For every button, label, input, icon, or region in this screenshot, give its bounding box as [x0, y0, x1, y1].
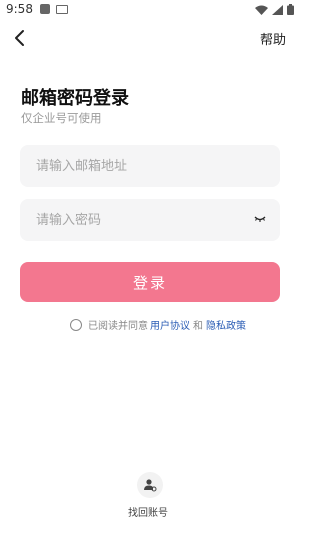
user-recover-icon — [137, 472, 163, 498]
privacy-policy-link[interactable]: 隐私政策 — [206, 317, 246, 332]
back-button[interactable] — [10, 28, 30, 48]
status-bar: 9:58 — [0, 0, 300, 20]
battery-icon — [287, 4, 294, 15]
email-field-container — [20, 145, 280, 187]
agreement-radio[interactable] — [70, 318, 82, 331]
wifi-icon — [255, 5, 268, 15]
notification-app-icon — [40, 4, 50, 14]
notification-keyboard-icon — [56, 5, 68, 14]
password-field-container — [20, 199, 280, 241]
password-input[interactable] — [20, 199, 236, 241]
agreement-and: 和 — [193, 321, 203, 332]
login-button[interactable]: 登录 — [20, 262, 280, 302]
signal-icon — [272, 4, 283, 15]
page-title: 邮箱密码登录 — [21, 88, 129, 109]
recover-account-button[interactable]: 找回账号 — [128, 472, 171, 519]
back-arrow-icon — [15, 30, 24, 46]
recover-account-label: 找回账号 — [128, 508, 168, 519]
agreement-row: 已阅读并同意 用户协议 和 隐私政策 — [70, 317, 246, 332]
help-link[interactable]: 帮助 — [260, 29, 286, 48]
eye-closed-icon[interactable] — [254, 214, 266, 224]
agreement-prefix: 已阅读并同意 — [88, 321, 148, 332]
page-subtitle: 仅企业号可使用 — [21, 111, 102, 125]
user-agreement-link[interactable]: 用户协议 — [150, 317, 190, 332]
email-input[interactable] — [20, 145, 236, 187]
status-time: 9:58 — [6, 2, 33, 16]
